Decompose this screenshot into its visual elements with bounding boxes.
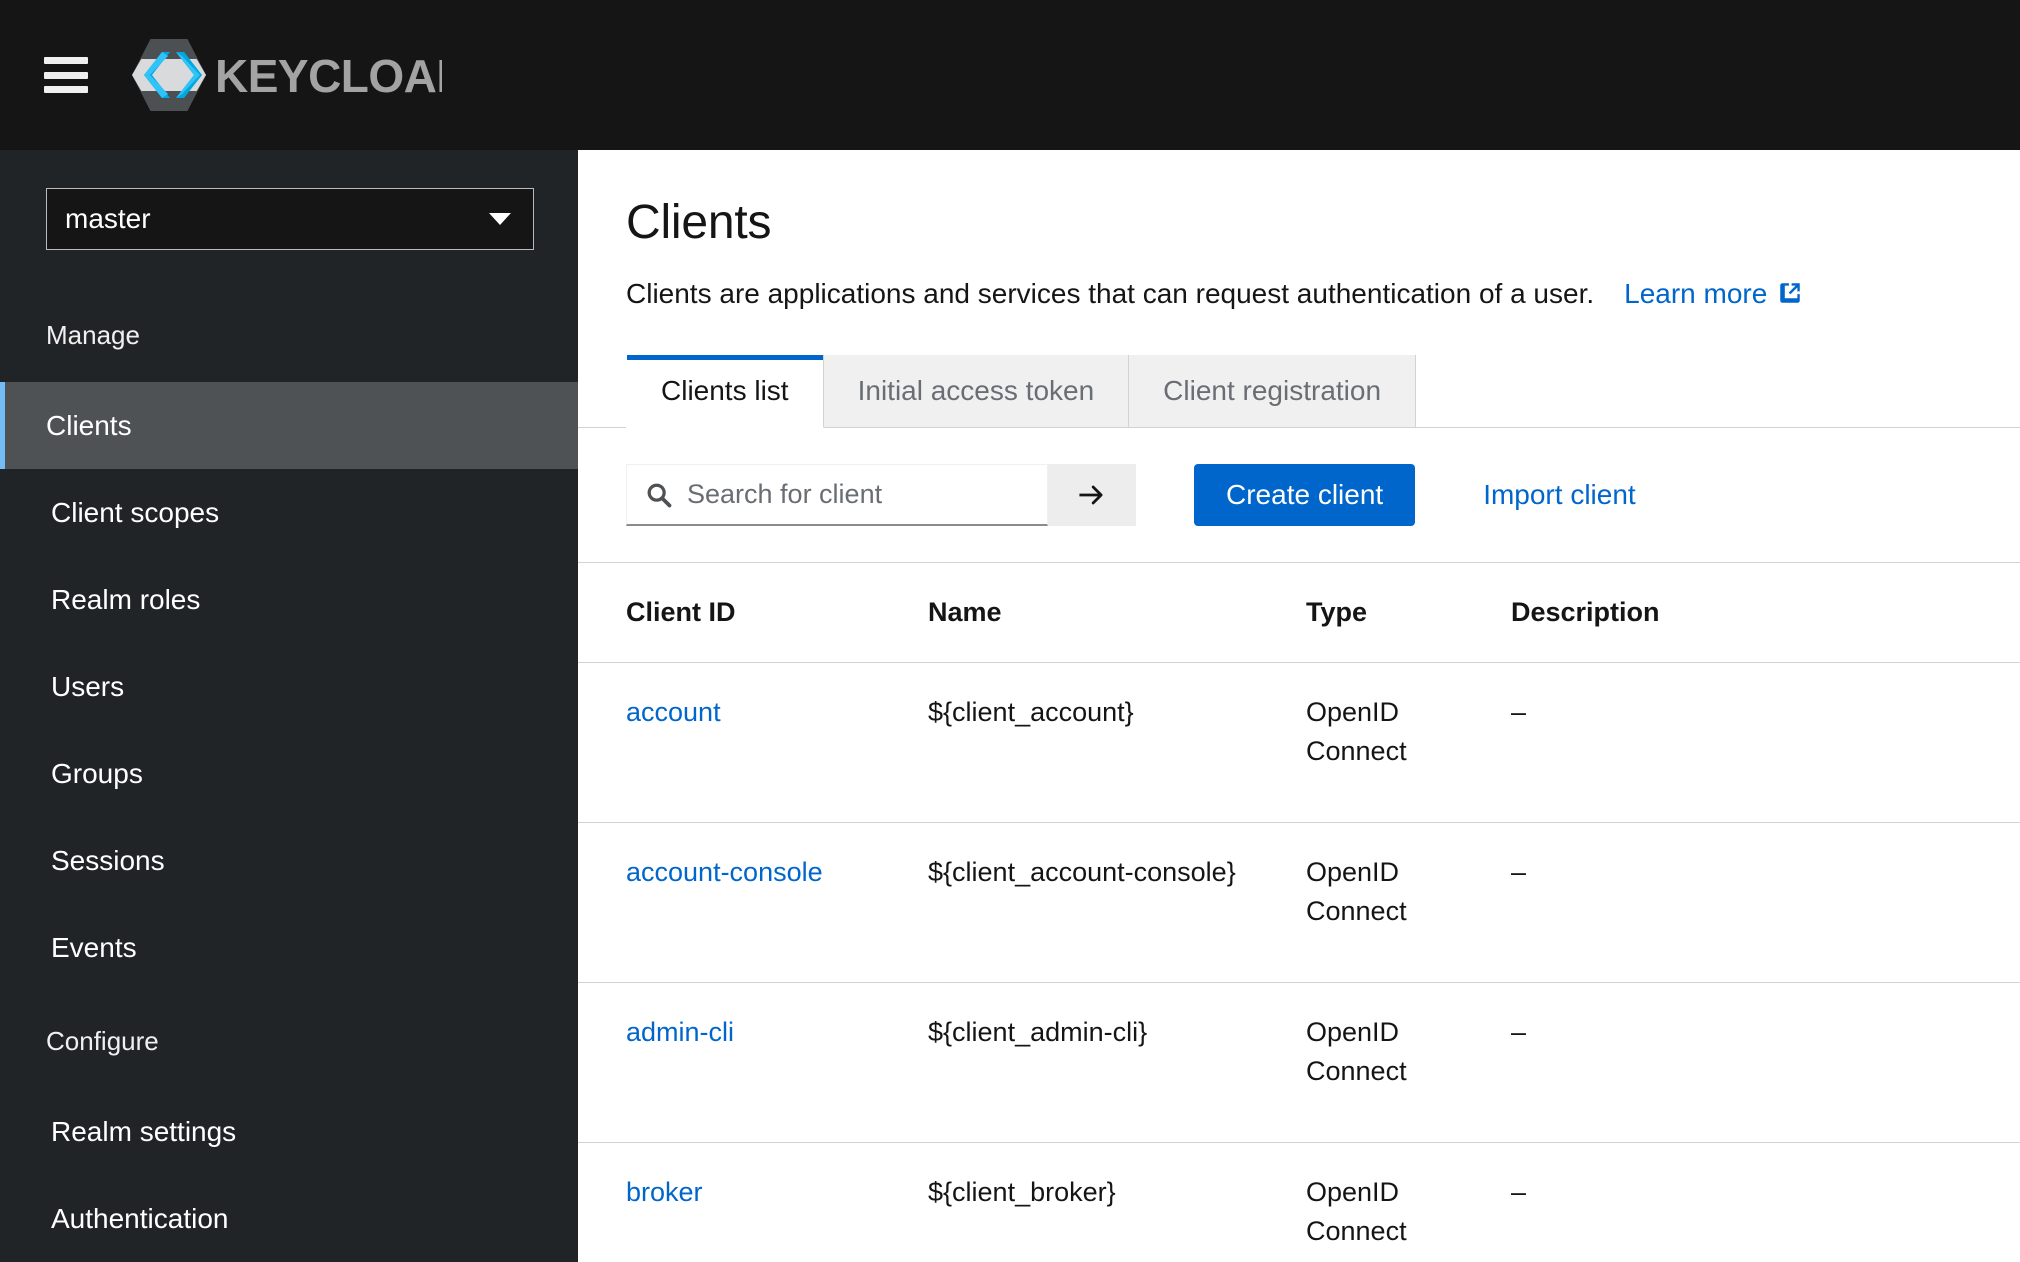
tab-label: Initial access token	[858, 375, 1095, 407]
realm-selector-value: master	[65, 205, 151, 233]
nav-section-title-manage: Manage	[0, 288, 578, 382]
tab-client-registration[interactable]: Client registration	[1129, 355, 1416, 428]
sidebar-nav: master Manage Clients Client scopes Real…	[0, 150, 578, 1262]
masthead: KEYCLOAK KEYCLOAK	[0, 0, 2020, 150]
keycloak-hexagon-logo-icon: KEYCLOAK	[132, 38, 442, 112]
clients-table-wrap: Client ID Name Type Description account …	[578, 563, 2020, 1262]
sidebar-item-label: Groups	[51, 758, 143, 789]
hamburger-bar	[44, 72, 88, 79]
table-header-row: Client ID Name Type Description	[578, 563, 2020, 663]
learn-more-label: Learn more	[1624, 278, 1767, 310]
brand-logo[interactable]: KEYCLOAK KEYCLOAK	[132, 0, 442, 150]
search-submit-button[interactable]	[1048, 464, 1136, 526]
page-header: Clients Clients are applications and ser…	[578, 150, 2020, 313]
sidebar-item-users[interactable]: Users	[0, 643, 578, 730]
tab-bar: Clients list Initial access token Client…	[578, 355, 2020, 429]
cell-name: ${client_account}	[928, 663, 1306, 823]
sidebar-item-groups[interactable]: Groups	[0, 730, 578, 817]
cell-name: ${client_admin-cli}	[928, 983, 1306, 1143]
hamburger-bar	[44, 86, 88, 93]
search-input[interactable]	[687, 479, 1029, 510]
svg-text:KEYCLOAK: KEYCLOAK	[215, 50, 442, 102]
sidebar-item-label: Realm settings	[51, 1116, 236, 1147]
arrow-right-icon	[1076, 481, 1108, 509]
column-header-client-id: Client ID	[578, 563, 928, 663]
sidebar-item-events[interactable]: Events	[0, 904, 578, 991]
external-link-icon	[1777, 280, 1803, 306]
search-group	[626, 464, 1136, 526]
sidebar-item-realm-roles[interactable]: Realm roles	[0, 556, 578, 643]
learn-more-link[interactable]: Learn more	[1624, 277, 1803, 310]
clients-table-body: account ${client_account} OpenID Connect…	[578, 663, 2020, 1262]
tab-label: Client registration	[1163, 375, 1381, 407]
sidebar-item-label: Users	[51, 671, 124, 702]
column-header-description: Description	[1511, 563, 2020, 663]
caret-down-icon	[489, 213, 511, 225]
table-row: account ${client_account} OpenID Connect…	[578, 663, 2020, 823]
table-row: admin-cli ${client_admin-cli} OpenID Con…	[578, 983, 2020, 1143]
body-row: master Manage Clients Client scopes Real…	[0, 150, 2020, 1262]
page-description: Clients are applications and services th…	[626, 274, 1594, 313]
table-row: broker ${client_broker} OpenID Connect –	[578, 1143, 2020, 1262]
cell-description: –	[1511, 983, 2020, 1143]
sidebar-item-realm-settings[interactable]: Realm settings	[0, 1088, 578, 1175]
sidebar-item-label: Clients	[46, 410, 132, 441]
keycloak-admin-console: KEYCLOAK KEYCLOAK master Manage Clients …	[0, 0, 2020, 1262]
client-id-link[interactable]: admin-cli	[626, 1017, 734, 1047]
cell-name: ${client_account-console}	[928, 823, 1306, 983]
sidebar-item-label: Events	[51, 932, 137, 963]
cell-name: ${client_broker}	[928, 1143, 1306, 1262]
clients-table: Client ID Name Type Description account …	[578, 563, 2020, 1262]
cell-description: –	[1511, 663, 2020, 823]
nav-section-title-configure: Configure	[0, 994, 578, 1088]
hamburger-menu-icon[interactable]	[44, 57, 88, 93]
realm-selector-wrap: master	[0, 150, 578, 288]
table-row: account-console ${client_account-console…	[578, 823, 2020, 983]
sidebar-item-authentication[interactable]: Authentication	[0, 1175, 578, 1262]
column-header-type: Type	[1306, 563, 1511, 663]
cell-type: OpenID Connect	[1306, 663, 1511, 823]
tab-label: Clients list	[661, 375, 789, 407]
search-box	[626, 464, 1048, 526]
cell-client-id: account	[578, 663, 928, 823]
column-header-name: Name	[928, 563, 1306, 663]
sidebar-item-label: Client scopes	[51, 497, 219, 528]
client-id-link[interactable]: account	[626, 697, 721, 727]
cell-client-id: broker	[578, 1143, 928, 1262]
hamburger-bar	[44, 57, 88, 64]
tab-clients-list[interactable]: Clients list	[626, 355, 824, 429]
realm-selector[interactable]: master	[46, 188, 534, 250]
import-client-button[interactable]: Import client	[1473, 464, 1646, 526]
cell-client-id: admin-cli	[578, 983, 928, 1143]
create-client-button[interactable]: Create client	[1194, 464, 1415, 526]
sidebar-item-label: Realm roles	[51, 584, 200, 615]
main-content: Clients Clients are applications and ser…	[578, 150, 2020, 1262]
sidebar-item-label: Sessions	[51, 845, 165, 876]
sidebar-item-label: Authentication	[51, 1203, 228, 1234]
sidebar-item-clients[interactable]: Clients	[0, 382, 578, 469]
client-id-link[interactable]: account-console	[626, 857, 823, 887]
tab-initial-access-token[interactable]: Initial access token	[824, 355, 1130, 428]
cell-type: OpenID Connect	[1306, 983, 1511, 1143]
page-title: Clients	[626, 194, 1970, 252]
search-icon	[645, 481, 673, 509]
page-subhead: Clients are applications and services th…	[626, 274, 1970, 313]
client-id-link[interactable]: broker	[626, 1177, 703, 1207]
cell-type: OpenID Connect	[1306, 823, 1511, 983]
cell-description: –	[1511, 1143, 2020, 1262]
cell-client-id: account-console	[578, 823, 928, 983]
sidebar-item-client-scopes[interactable]: Client scopes	[0, 469, 578, 556]
cell-description: –	[1511, 823, 2020, 983]
clients-table-head: Client ID Name Type Description	[578, 563, 2020, 663]
cell-type: OpenID Connect	[1306, 1143, 1511, 1262]
toolbar: Create client Import client	[578, 428, 2020, 563]
sidebar-item-sessions[interactable]: Sessions	[0, 817, 578, 904]
